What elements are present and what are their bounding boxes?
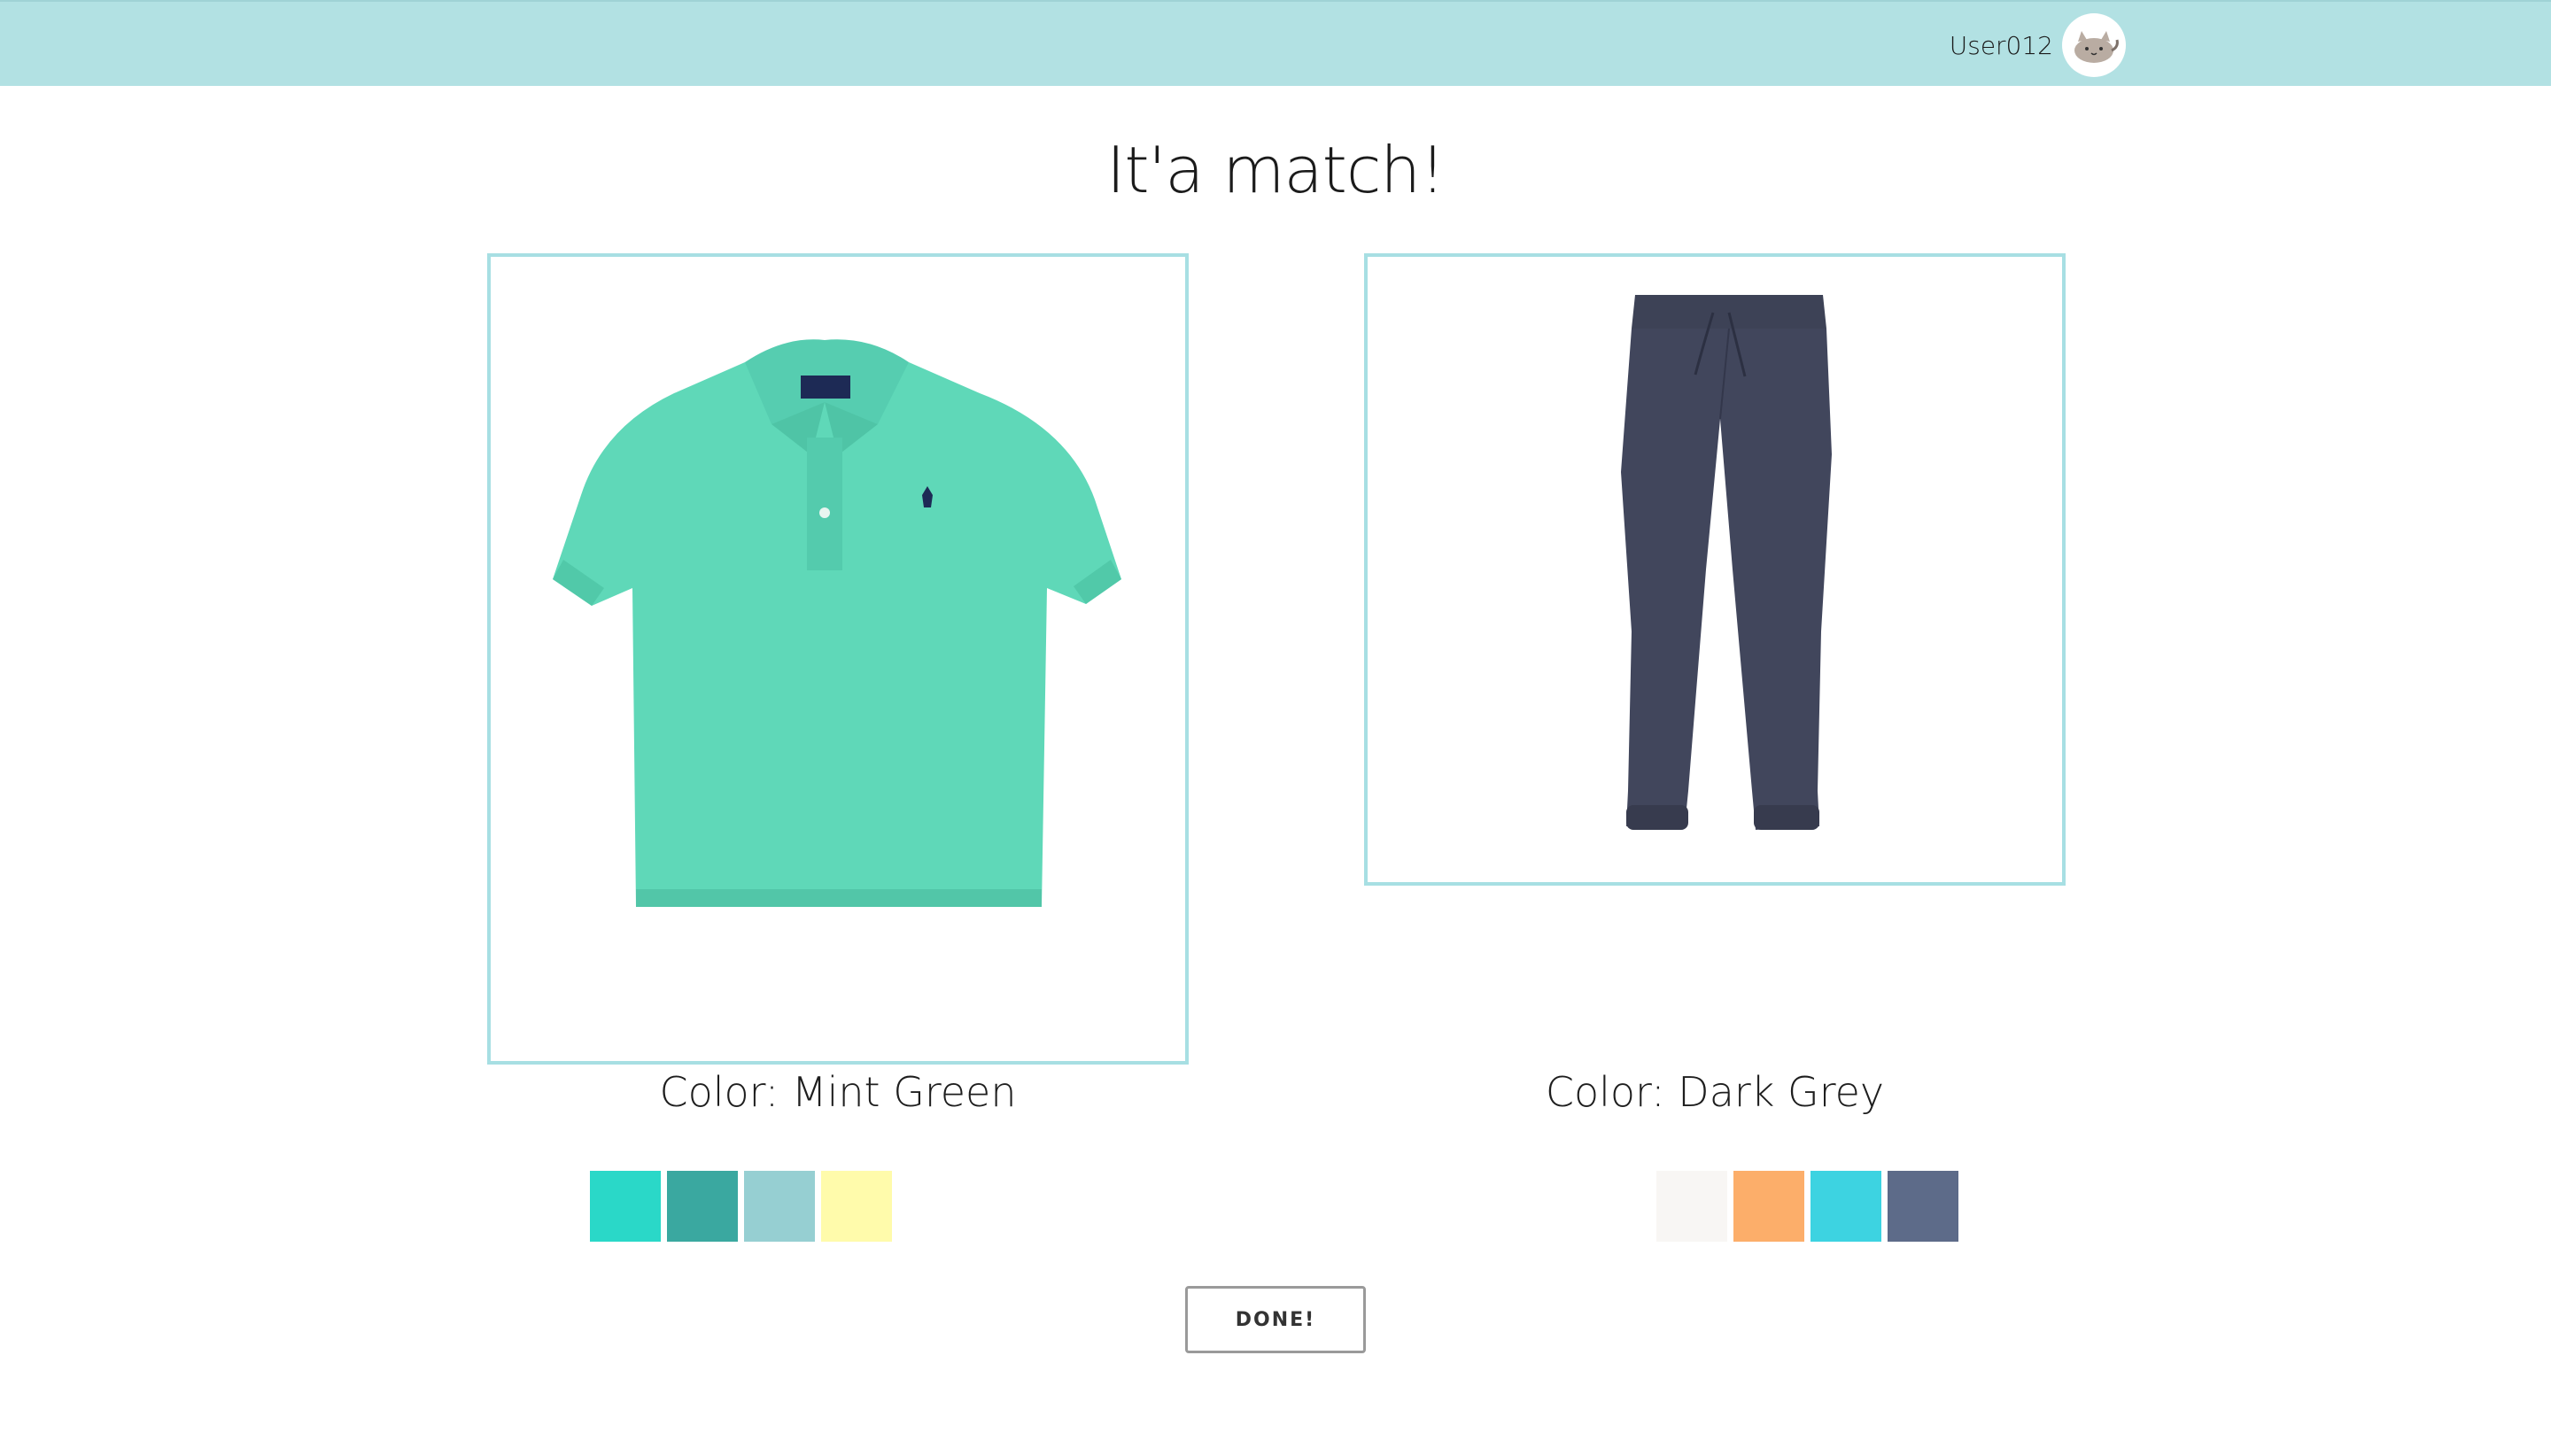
done-button[interactable]: DONE! bbox=[1185, 1286, 1366, 1353]
cat-avatar-icon[interactable] bbox=[2062, 13, 2126, 77]
top-item-palette bbox=[590, 1171, 892, 1242]
color-swatch[interactable] bbox=[821, 1171, 892, 1242]
page-title: It'a match! bbox=[1106, 133, 1446, 207]
jogger-pants-image bbox=[1621, 295, 1832, 830]
color-swatch[interactable] bbox=[590, 1171, 661, 1242]
color-swatch[interactable] bbox=[1656, 1171, 1727, 1242]
color-swatch[interactable] bbox=[744, 1171, 815, 1242]
color-swatch[interactable] bbox=[1733, 1171, 1804, 1242]
username: User012 bbox=[1949, 30, 2053, 60]
user-menu[interactable]: User012 bbox=[1950, 12, 2126, 78]
bottom-item-palette bbox=[1656, 1171, 1958, 1242]
color-swatch[interactable] bbox=[667, 1171, 738, 1242]
polo-shirt-image bbox=[553, 339, 1121, 907]
color-swatch[interactable] bbox=[1888, 1171, 1958, 1242]
bottom-item-color-label: Color: Dark Grey bbox=[1545, 1068, 1885, 1116]
color-swatch[interactable] bbox=[1811, 1171, 1881, 1242]
top-item-card[interactable] bbox=[487, 253, 1189, 1065]
bottom-item-card[interactable] bbox=[1364, 253, 2066, 886]
top-bar: User012 bbox=[0, 0, 2551, 86]
top-item-color-label: Color: Mint Green bbox=[659, 1068, 1017, 1116]
